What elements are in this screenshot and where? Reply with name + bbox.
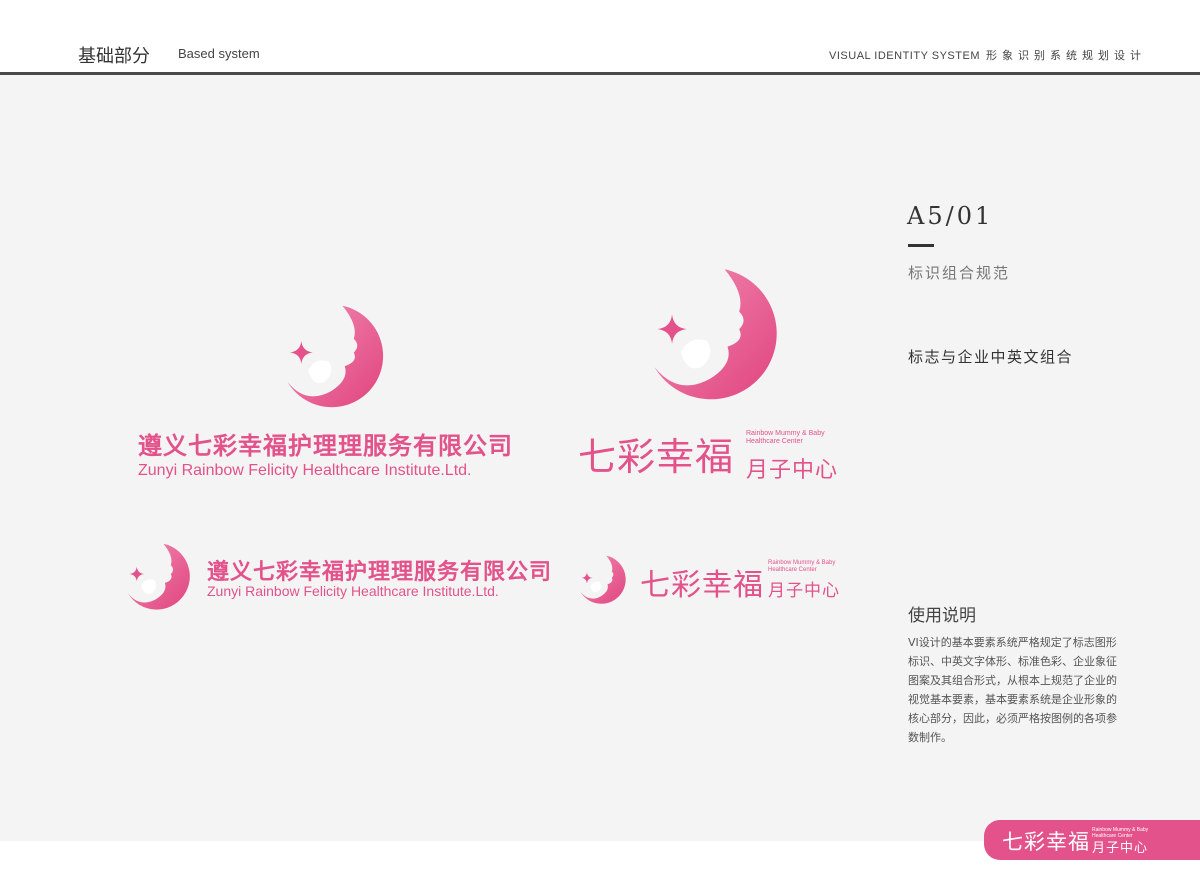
brand-en-line2: Healthcare Center	[768, 566, 817, 573]
emblem-logo	[119, 540, 193, 614]
brand-en-line1: Rainbow Mummy & Baby	[746, 430, 825, 437]
brand-name-en: Rainbow Mummy & Baby Healthcare Center	[746, 430, 825, 446]
vi-system-label: VISUAL IDENTITY SYSTEM 形象识别系统规划设计	[829, 47, 1146, 63]
emblem-logo	[637, 262, 783, 408]
company-name-zh: 遵义七彩幸福护理理服务有限公司	[138, 432, 513, 460]
footer-brand-tab: 七彩幸福 Rainbow Mummy & Baby Healthcare Cen…	[984, 820, 1200, 860]
section-title-en: Based system	[178, 46, 260, 61]
usage-title: 使用说明	[908, 606, 976, 626]
brand-name-zh: 七彩幸福	[578, 435, 735, 479]
vi-system-en: VISUAL IDENTITY SYSTEM	[829, 50, 980, 62]
page-header: 基础部分 Based system VISUAL IDENTITY SYSTEM…	[0, 0, 1200, 74]
brand-subtitle-zh: 月子中心	[746, 458, 839, 483]
company-name-zh: 遵义七彩幸福护理理服务有限公司	[207, 560, 553, 585]
brand-subtitle-zh: 月子中心	[1092, 841, 1149, 856]
brand-name-en: Rainbow Mummy & Baby Healthcare Center	[768, 560, 835, 574]
brand-en-line2: Healthcare Center	[746, 438, 803, 446]
company-name-en: Zunyi Rainbow Felicity Healthcare Instit…	[207, 583, 499, 599]
brand-name-zh: 七彩幸福	[640, 568, 764, 603]
brand-en-line1: Rainbow Mummy & Baby	[768, 560, 836, 566]
company-name-en: Zunyi Rainbow Felicity Healthcare Instit…	[138, 462, 472, 479]
section-title-zh: 基础部分	[78, 46, 150, 67]
vi-system-zh: 形象识别系统规划设计	[986, 50, 1146, 62]
emblem-logo	[574, 553, 628, 607]
page-code: A5/01	[907, 202, 994, 230]
brand-subtitle-zh: 月子中心	[768, 581, 840, 601]
emblem-logo	[274, 300, 388, 414]
section-subtitle: 标志与企业中英文组合	[908, 348, 1074, 366]
brand-name-zh: 七彩幸福	[1002, 830, 1090, 854]
code-underline	[908, 244, 934, 247]
usage-description: VI设计的基本要素系统严格规定了标志图形标识、中英文字体形、标准色彩、企业象征图…	[908, 636, 1117, 744]
section-name: 标识组合规范	[908, 264, 1011, 282]
